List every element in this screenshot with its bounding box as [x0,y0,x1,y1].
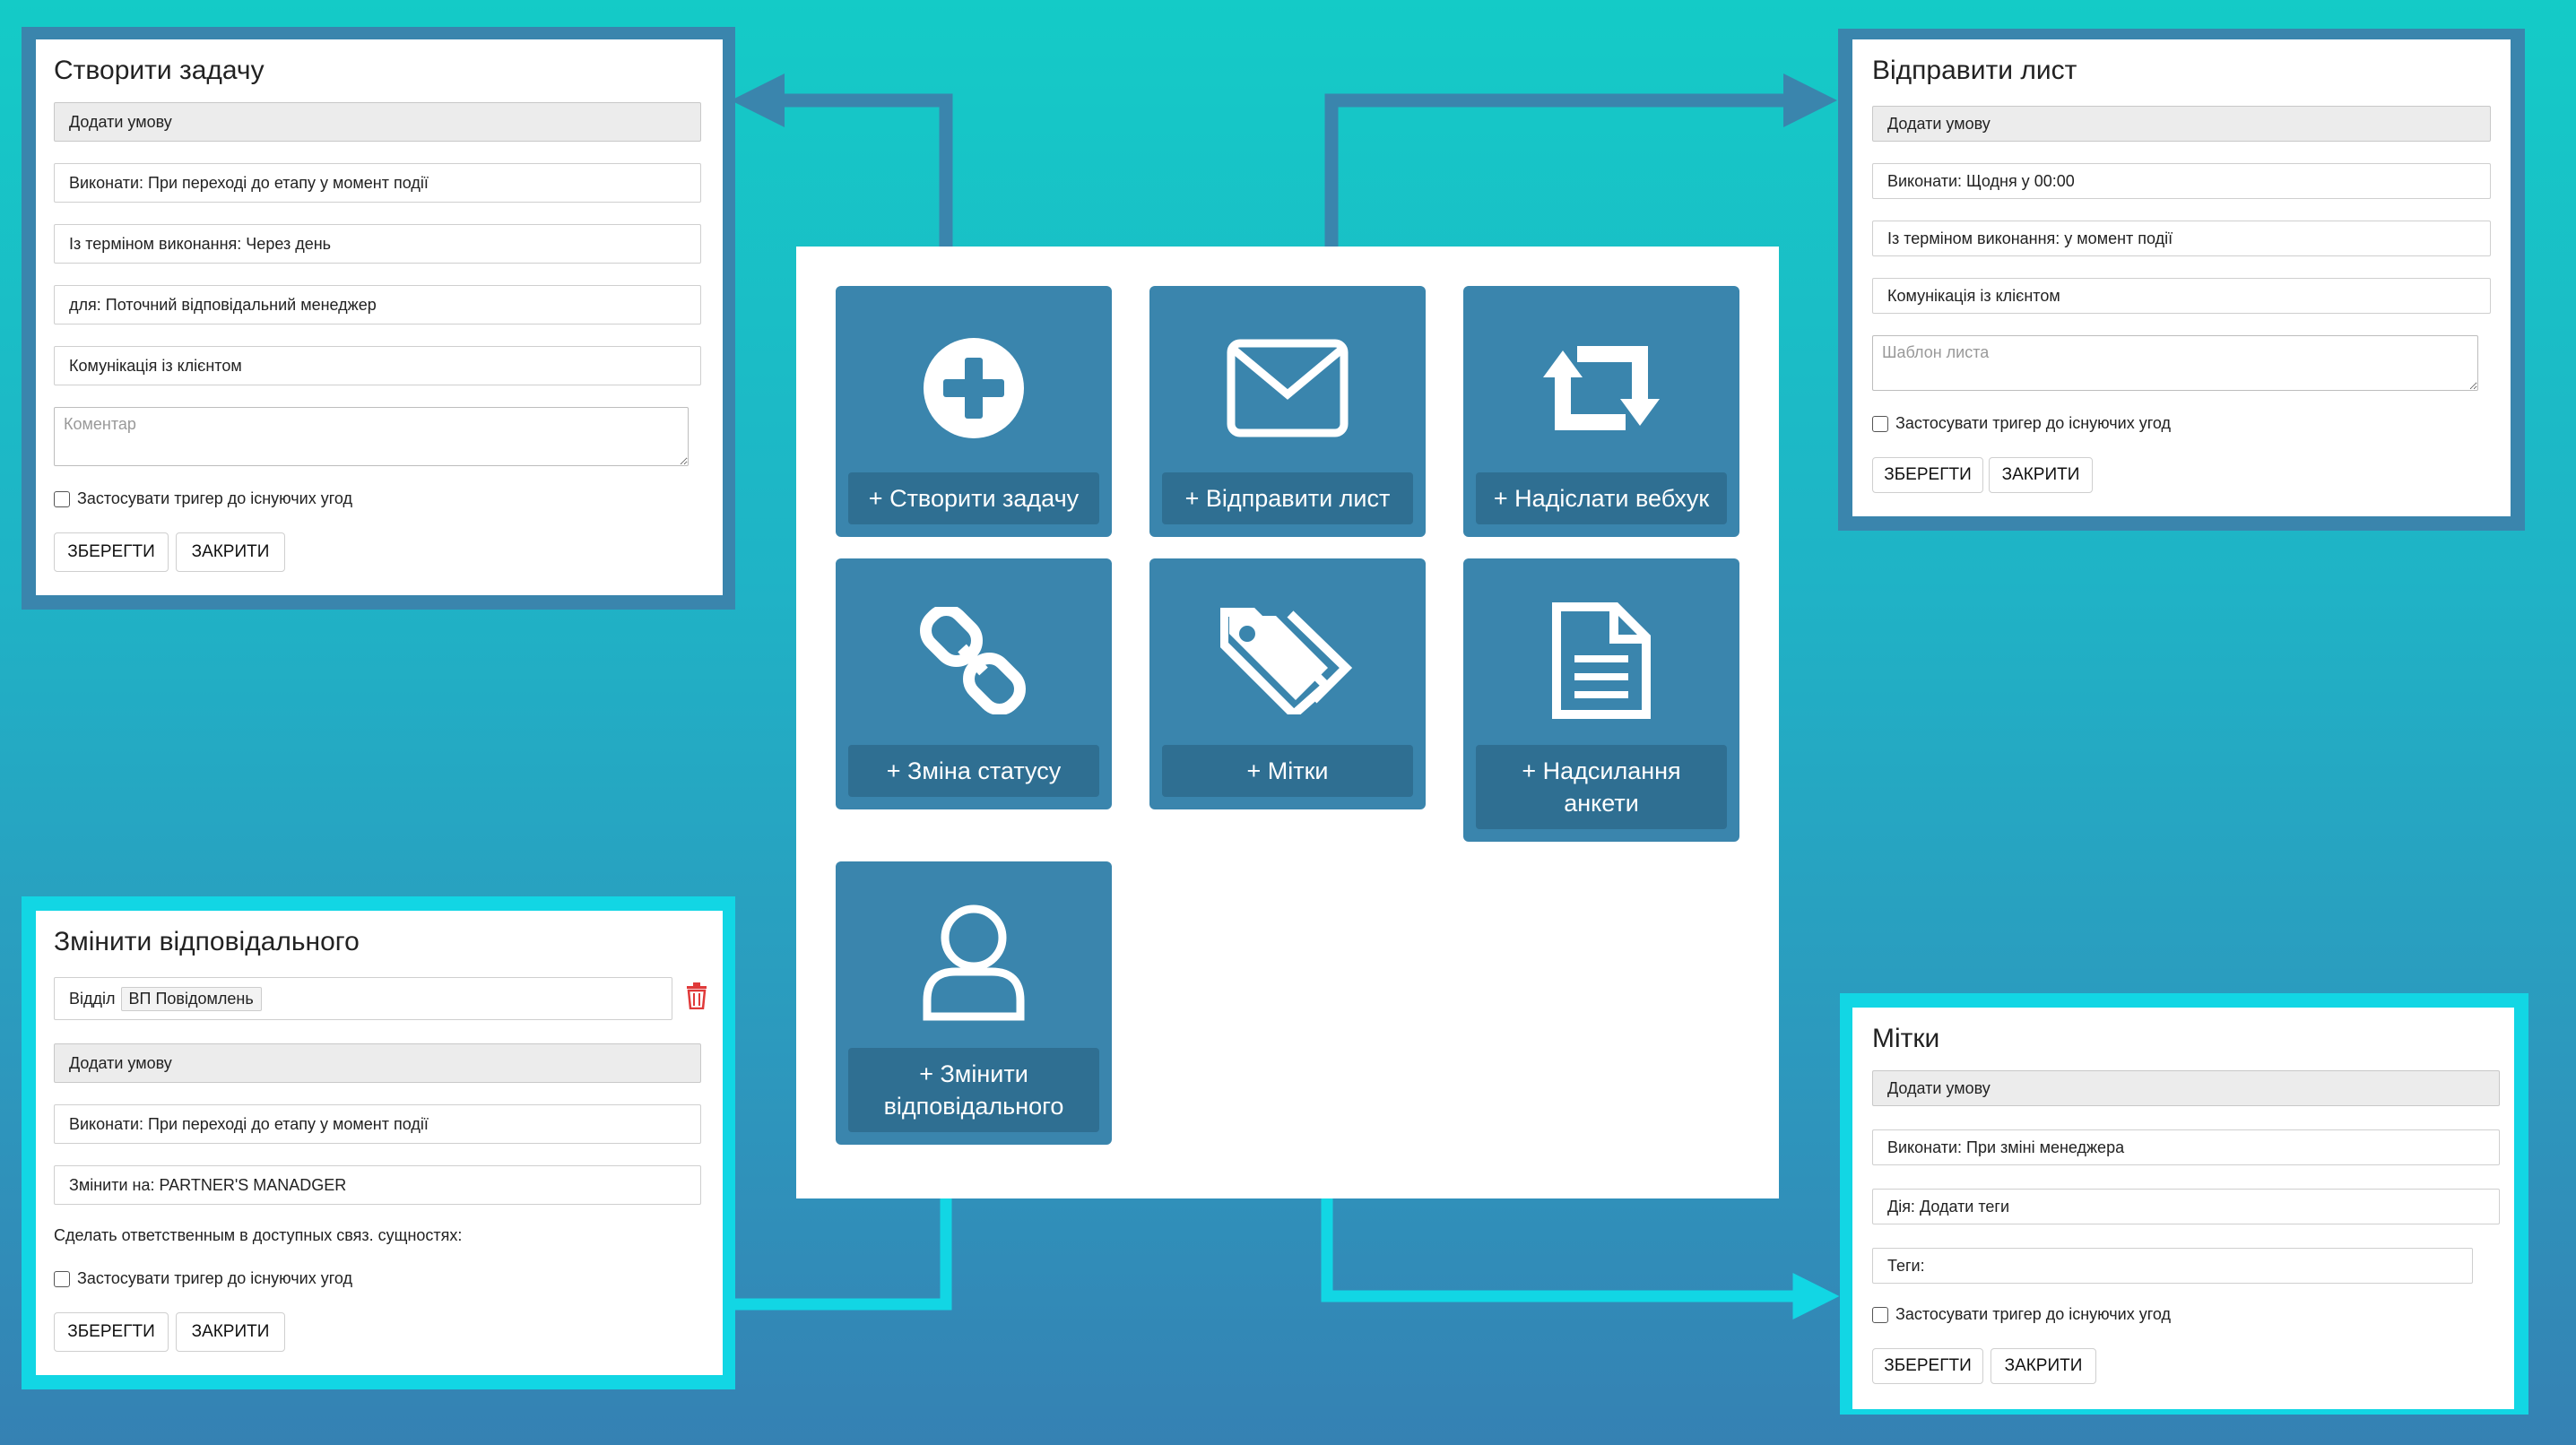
tags-tile[interactable]: + Мітки [1149,558,1426,809]
create-task-panel: Створити задачу Додати умову Виконати: П… [36,39,723,595]
user-icon [920,901,1028,1026]
apply-existing-checkbox[interactable]: Застосувати тригер до існуючих угод [54,489,352,508]
apply-existing-checkbox[interactable]: Застосувати тригер до існуючих угод [54,1269,352,1288]
email-template-input[interactable] [1872,335,2478,391]
type-field[interactable]: Комунікація із клієнтом [1872,278,2491,314]
save-button[interactable]: ЗБЕРЕГТИ [1872,457,1983,493]
link-icon [915,598,1032,723]
department-field[interactable]: Відділ ВП Повідомлень [54,977,672,1020]
deadline-field[interactable]: Із терміном виконання: у момент події [1872,221,2491,256]
checkbox-box[interactable] [54,490,70,507]
checkbox-box[interactable] [1872,415,1888,432]
apply-existing-checkbox[interactable]: Застосувати тригер до існуючих угод [1872,1305,2171,1324]
save-button[interactable]: ЗБЕРЕГТИ [54,1312,169,1352]
tags-panel: Мітки Додати умову Виконати: При зміні м… [1852,1008,2514,1409]
save-button[interactable]: ЗБЕРЕГТИ [1872,1348,1983,1384]
close-button[interactable]: ЗАКРИТИ [1989,457,2093,493]
envelope-icon [1227,325,1349,451]
assignee-field[interactable]: для: Поточний відповідальний менеджер [54,285,701,324]
change-to-field[interactable]: Змінити на: PARTNER'S MANADGER [54,1165,701,1205]
send-webhook-tile[interactable]: + Надіслати вебхук [1463,286,1739,537]
tags-input[interactable]: Теги: [1872,1248,2473,1284]
retweet-icon [1536,325,1667,451]
send-email-button[interactable]: + Відправити лист [1162,472,1413,524]
change-status-tile[interactable]: + Зміна статусу [836,558,1112,809]
send-email-panel: Відправити лист Додати умову Виконати: Щ… [1852,39,2511,516]
plus-circle-icon [920,325,1028,451]
task-type-field[interactable]: Комунікація із клієнтом [54,346,701,385]
close-button[interactable]: ЗАКРИТИ [176,532,285,572]
change-responsible-button[interactable]: + Змінити відповідального [848,1048,1099,1132]
checkbox-box[interactable] [54,1270,70,1287]
send-email-tile[interactable]: + Відправити лист [1149,286,1426,537]
close-button[interactable]: ЗАКРИТИ [176,1312,285,1352]
add-condition-field[interactable]: Додати умову [54,1043,701,1083]
create-task-tile[interactable]: + Створити задачу [836,286,1112,537]
panel-title: Мітки [1872,1024,1940,1053]
panel-title: Відправити лист [1872,56,2077,85]
delete-icon[interactable] [685,982,708,1014]
add-condition-field[interactable]: Додати умову [54,102,701,142]
close-button[interactable]: ЗАКРИТИ [1991,1348,2096,1384]
change-responsible-panel: Змінити відповідального Відділ ВП Повідо… [36,911,723,1375]
apply-existing-checkbox[interactable]: Застосувати тригер до існуючих угод [1872,414,2171,433]
tags-icon [1220,598,1355,723]
send-webhook-button[interactable]: + Надіслати вебхук [1476,472,1727,524]
send-survey-button[interactable]: + Надсилання анкети [1476,745,1727,829]
add-condition-field[interactable]: Додати умову [1872,106,2491,142]
panel-title: Створити задачу [54,56,265,85]
tags-button[interactable]: + Мітки [1162,745,1413,797]
checkbox-label: Застосувати тригер до існуючих угод [77,489,352,507]
execute-field[interactable]: Виконати: При переході до етапу у момент… [54,163,701,203]
deadline-field[interactable]: Із терміном виконання: Через день [54,224,701,264]
actions-board: + Створити задачу + Відправити лист + На… [796,247,1779,1198]
related-entities-note: Сделать ответственным в доступных связ. … [54,1226,463,1244]
checkbox-box[interactable] [1872,1306,1888,1323]
change-status-button[interactable]: + Зміна статусу [848,745,1099,797]
save-button[interactable]: ЗБЕРЕГТИ [54,532,169,572]
change-responsible-tile[interactable]: + Змінити відповідального [836,861,1112,1145]
file-text-icon [1549,598,1653,723]
checkbox-label: Застосувати тригер до існуючих угод [77,1269,352,1287]
create-task-button[interactable]: + Створити задачу [848,472,1099,524]
action-field[interactable]: Дія: Додати теги [1872,1189,2500,1224]
checkbox-label: Застосувати тригер до існуючих угод [1895,414,2171,432]
execute-field[interactable]: Виконати: При переході до етапу у момент… [54,1104,701,1144]
department-tag[interactable]: ВП Повідомлень [120,986,262,1011]
comment-input[interactable] [54,407,689,466]
panel-title: Змінити відповідального [54,927,360,956]
checkbox-label: Застосувати тригер до існуючих угод [1895,1305,2171,1323]
execute-field[interactable]: Виконати: Щодня у 00:00 [1872,163,2491,199]
add-condition-field[interactable]: Додати умову [1872,1070,2500,1106]
execute-field[interactable]: Виконати: При зміні менеджера [1872,1129,2500,1165]
send-survey-tile[interactable]: + Надсилання анкети [1463,558,1739,842]
department-label: Відділ [69,989,116,1008]
